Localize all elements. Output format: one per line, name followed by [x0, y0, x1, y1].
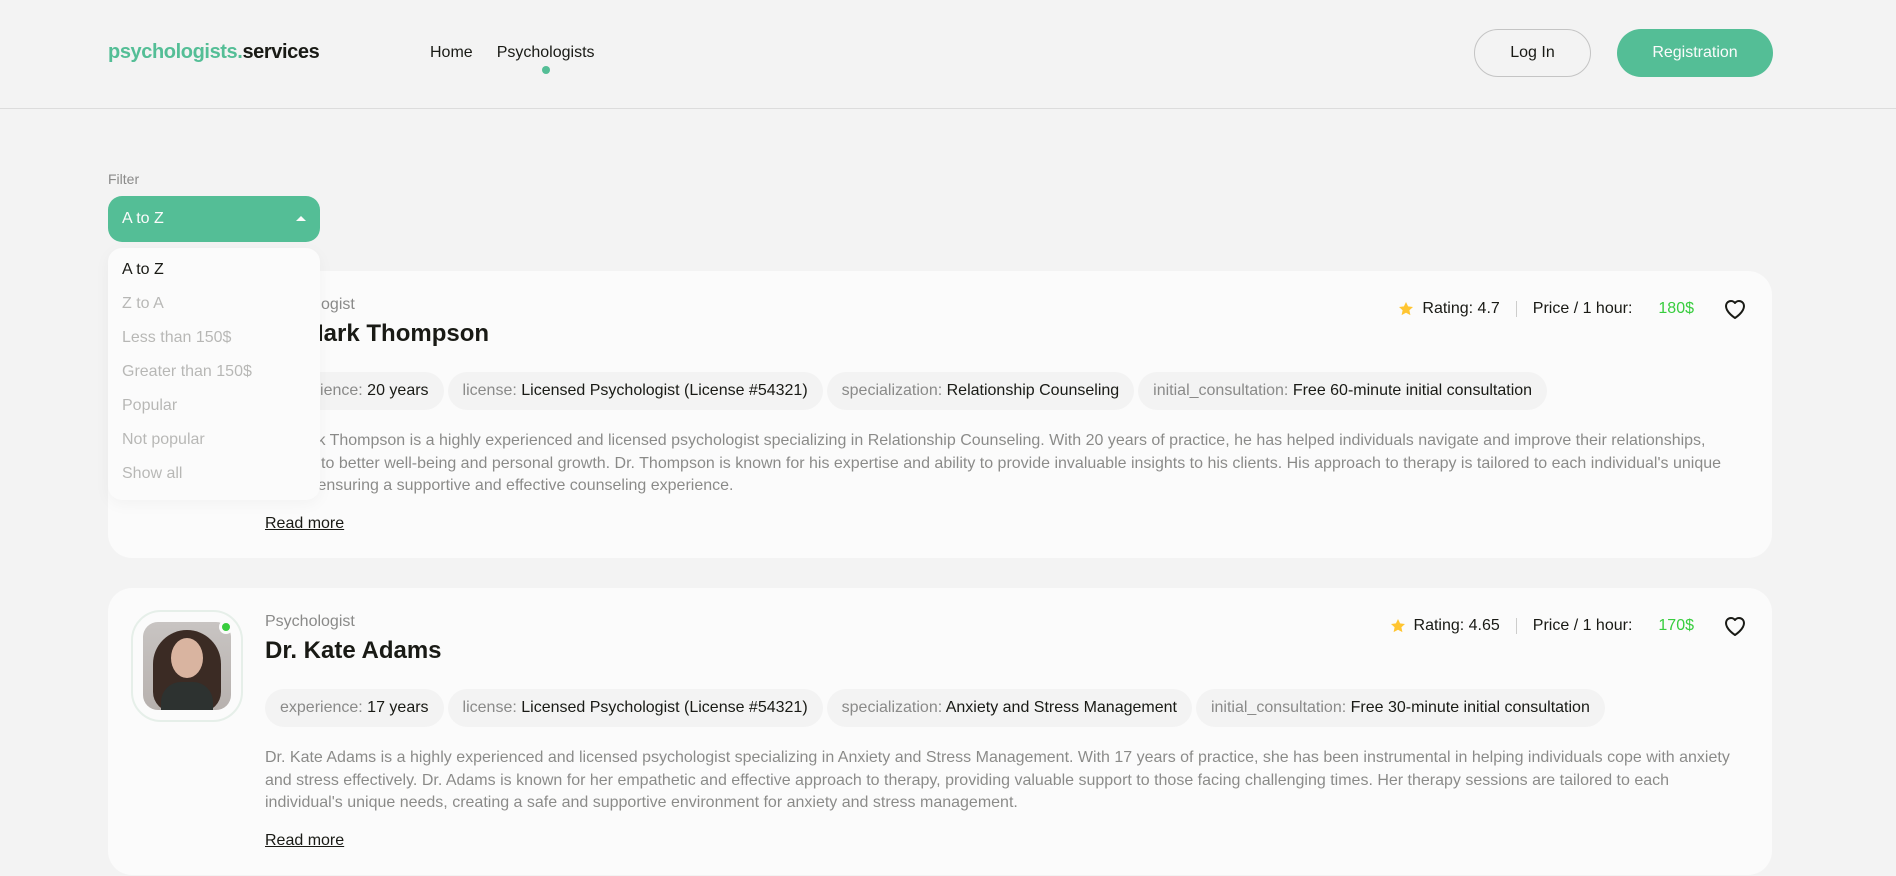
- avatar-frame: [131, 610, 243, 722]
- avatar: [143, 622, 231, 710]
- card-meta: Rating: 4.7 Price / 1 hour: 180$: [1398, 295, 1748, 323]
- tag-list: experience: 17 years license: Licensed P…: [265, 689, 1605, 727]
- read-more-link[interactable]: Read more: [265, 515, 344, 533]
- star-icon: [1399, 302, 1414, 316]
- filter-option-less-than-150[interactable]: Less than 150$: [122, 328, 306, 362]
- psychologist-card: Psychologist Dr. Kate Adams Rating: 4.65…: [108, 588, 1772, 875]
- card-name: Dr. Kate Adams: [265, 637, 442, 664]
- rating-text: Rating: 4.65: [1413, 617, 1500, 634]
- card-meta: Rating: 4.65 Price / 1 hour: 170$: [1390, 612, 1748, 640]
- meta-divider: [1515, 618, 1517, 634]
- logo-rest: services: [242, 41, 320, 63]
- heart-icon[interactable]: [1722, 296, 1748, 322]
- tag-initial-consultation: initial_consultation: Free 30-minute ini…: [1195, 689, 1605, 727]
- tag-license: license: Licensed Psychologist (License …: [447, 372, 823, 410]
- filter-select[interactable]: A to Z: [108, 196, 320, 242]
- tag-license: license: Licensed Psychologist (License …: [447, 689, 823, 727]
- filter-option-show-all[interactable]: Show all: [122, 464, 306, 498]
- caret-up-icon: [296, 216, 306, 221]
- tag-list: experience: 20 years license: Licensed P…: [265, 372, 1548, 410]
- main-nav: Home Psychologists: [430, 44, 595, 62]
- price-label: Price / 1 hour:: [1532, 617, 1633, 634]
- registration-button[interactable]: Registration: [1617, 29, 1773, 77]
- price-value: 170$: [1658, 617, 1694, 634]
- star-icon: [1390, 619, 1405, 633]
- filter-option-not-popular[interactable]: Not popular: [122, 430, 306, 464]
- price-value: 180$: [1658, 300, 1694, 317]
- logo-accent: psychologists.: [108, 41, 243, 63]
- site-header: psychologists.services Home Psychologist…: [0, 0, 1896, 109]
- tag-experience: experience: 17 years: [265, 689, 444, 727]
- card-description: Dr. Kate Adams is a highly experienced a…: [265, 749, 1730, 811]
- filter-option-a-to-z[interactable]: A to Z: [122, 260, 306, 294]
- psychologist-card: Psychologist Dr. Mark Thompson Rating: 4…: [108, 271, 1772, 558]
- tag-initial-consultation: initial_consultation: Free 60-minute ini…: [1138, 372, 1548, 410]
- read-more-link[interactable]: Read more: [265, 832, 344, 850]
- filter-option-popular[interactable]: Popular: [122, 396, 306, 430]
- filter-option-greater-than-150[interactable]: Greater than 150$: [122, 362, 306, 396]
- logo[interactable]: psychologists.services: [108, 41, 320, 64]
- card-description: Dr. Mark Thompson is a highly experience…: [265, 432, 1722, 494]
- filter-option-z-to-a[interactable]: Z to A: [122, 294, 306, 328]
- heart-icon[interactable]: [1722, 613, 1748, 639]
- login-button[interactable]: Log In: [1474, 29, 1591, 77]
- filter-selected-value: A to Z: [122, 210, 164, 227]
- filter-dropdown: A to Z Z to A Less than 150$ Greater tha…: [108, 248, 320, 500]
- nav-link-home[interactable]: Home: [430, 44, 473, 62]
- rating-text: Rating: 4.7: [1422, 300, 1500, 317]
- card-role: Psychologist: [265, 613, 355, 630]
- online-status-dot: [219, 620, 233, 634]
- nav-link-psychologists[interactable]: Psychologists: [497, 44, 595, 62]
- price-label: Price / 1 hour:: [1532, 300, 1633, 317]
- tag-specialization: specialization: Anxiety and Stress Manag…: [826, 689, 1192, 727]
- meta-divider: [1515, 301, 1517, 317]
- filter-label: Filter: [108, 171, 140, 187]
- tag-specialization: specialization: Relationship Counseling: [826, 372, 1135, 410]
